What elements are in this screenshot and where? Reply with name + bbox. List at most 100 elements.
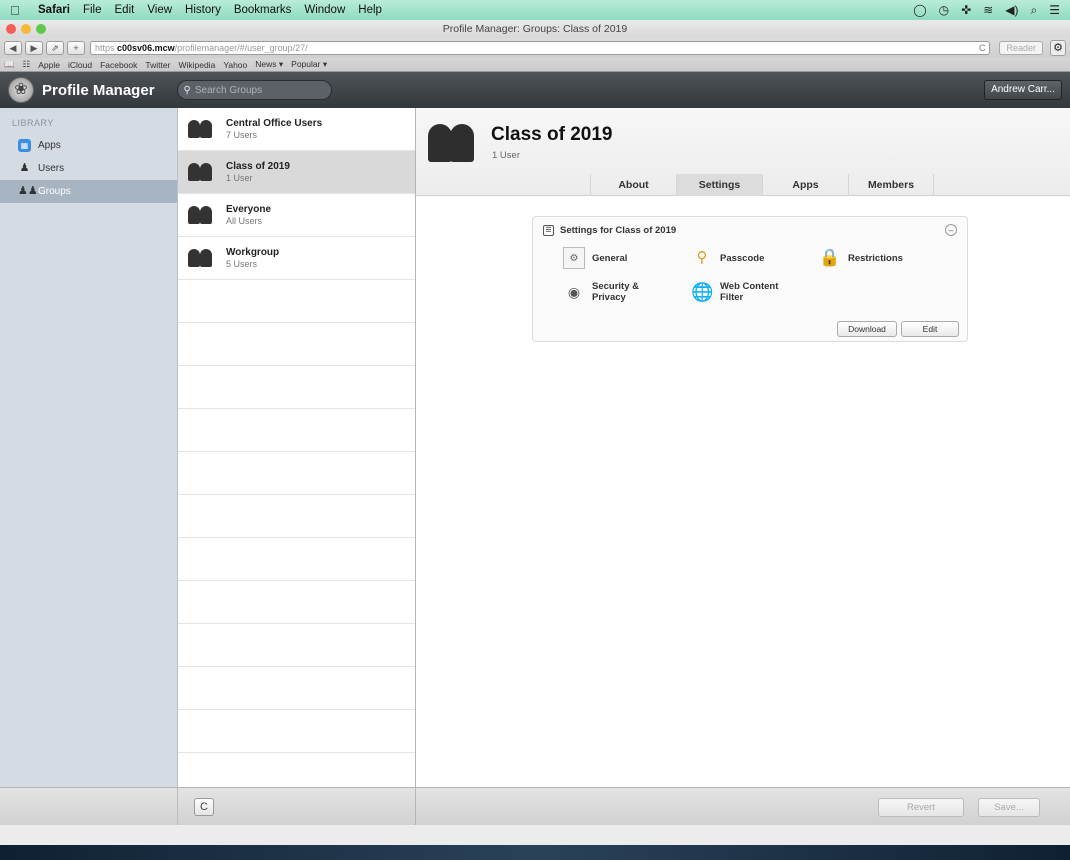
empty-row xyxy=(178,624,415,667)
collapse-icon[interactable]: – xyxy=(945,224,957,236)
top-sites-icon[interactable]: ☷ xyxy=(23,59,31,70)
back-button[interactable]: ◀ xyxy=(4,41,22,55)
sidebar-item-label: Groups xyxy=(38,186,71,197)
bookmark-facebook[interactable]: Facebook xyxy=(100,60,137,70)
sync-icon[interactable]: ◯ xyxy=(913,3,926,17)
detail-pane: Class of 2019 1 User About Settings Apps… xyxy=(416,108,1070,825)
wifi-icon[interactable]: ≋ xyxy=(983,3,993,17)
sidebar-item-apps[interactable]: ▦ Apps xyxy=(0,134,177,157)
url-scheme: https xyxy=(95,43,115,53)
profile-manager-logo-icon: ❀ xyxy=(8,77,34,103)
apple-menu-icon[interactable]:  xyxy=(10,3,26,18)
bookmark-apple[interactable]: Apple xyxy=(38,60,60,70)
payload-restrictions[interactable]: 🔒 Restrictions xyxy=(819,247,903,269)
payload-passcode[interactable]: ⚲ Passcode xyxy=(691,247,765,269)
group-count: 7 Users xyxy=(226,130,258,140)
status-icons: ◯ ◷ ✜ ≋ ◀︎) ⌕ ☰ xyxy=(913,3,1060,18)
forward-button[interactable]: ▶ xyxy=(25,41,43,55)
menu-safari[interactable]: Safari xyxy=(38,4,70,16)
payload-security-privacy[interactable]: ◉ Security & Privacy xyxy=(563,281,639,303)
clock-icon[interactable]: ◷ xyxy=(939,3,949,17)
address-bar[interactable]: https c00sv06.mcw /profilemanager/#/user… xyxy=(90,41,991,55)
spotlight-icon[interactable]: ⌕ xyxy=(1031,3,1038,18)
menu-file[interactable]: File xyxy=(83,4,102,16)
reading-list-icon[interactable]: 📖 xyxy=(4,59,15,70)
payload-label: Restrictions xyxy=(848,252,903,264)
group-count: 5 Users xyxy=(226,259,258,269)
close-window-button[interactable] xyxy=(6,24,16,34)
payload-web-content-filter[interactable]: 🌐 Web Content Filter xyxy=(691,281,778,303)
volume-icon[interactable]: ◀︎) xyxy=(1005,3,1018,17)
save-button[interactable]: Save... xyxy=(978,798,1040,817)
add-tab-button[interactable]: + xyxy=(67,41,85,55)
menu-edit[interactable]: Edit xyxy=(115,4,135,16)
gear-icon[interactable]: ⚙ xyxy=(1050,40,1066,56)
bookmark-news[interactable]: News ▾ xyxy=(255,59,283,70)
empty-row xyxy=(178,710,415,753)
sidebar-item-label: Apps xyxy=(38,140,61,151)
reload-icon[interactable]: C xyxy=(979,42,986,54)
payload-label-line2: Filter xyxy=(720,292,744,303)
bookmark-popular[interactable]: Popular ▾ xyxy=(291,59,327,70)
sidebar-item-groups[interactable]: ♟♟ Groups xyxy=(0,180,177,203)
bookmark-icloud[interactable]: iCloud xyxy=(68,60,92,70)
payload-label: Passcode xyxy=(720,252,765,264)
notification-center-icon[interactable]: ☰ xyxy=(1049,3,1060,17)
group-icon xyxy=(186,247,218,269)
empty-row xyxy=(178,581,415,624)
menu-bookmarks[interactable]: Bookmarks xyxy=(234,4,292,16)
tab-apps[interactable]: Apps xyxy=(762,174,848,196)
bookmark-yahoo[interactable]: Yahoo xyxy=(223,60,247,70)
zoom-window-button[interactable] xyxy=(36,24,46,34)
general-icon: ⚙ xyxy=(563,247,585,269)
app-title: Profile Manager xyxy=(42,81,155,99)
list-item[interactable]: Everyone All Users xyxy=(178,194,415,237)
page-title: Class of 2019 xyxy=(491,124,613,145)
sidebar-item-users[interactable]: ♟ Users xyxy=(0,157,177,180)
groups-icon: ♟♟ xyxy=(18,185,38,197)
user-menu-button[interactable]: Andrew Carr... xyxy=(984,80,1062,100)
empty-row xyxy=(178,280,415,323)
group-count: 1 User xyxy=(226,173,253,183)
globe-icon: 🌐 xyxy=(691,282,714,302)
revert-button[interactable]: Revert xyxy=(878,798,964,817)
bluetooth-icon[interactable]: ✜ xyxy=(961,3,971,17)
tab-about[interactable]: About xyxy=(590,174,676,196)
browser-toolbar: ◀ ▶ ⇗ + https c00sv06.mcw /profilemanage… xyxy=(0,38,1070,58)
empty-row xyxy=(178,667,415,710)
url-host: c00sv06.mcw xyxy=(117,43,175,53)
reader-button[interactable]: Reader xyxy=(999,41,1043,55)
payload-general[interactable]: ⚙ General xyxy=(563,247,627,269)
tab-members[interactable]: Members xyxy=(848,174,934,196)
group-icon xyxy=(186,204,218,226)
bookmark-twitter[interactable]: Twitter xyxy=(145,60,170,70)
minimize-window-button[interactable] xyxy=(21,24,31,34)
menu-help[interactable]: Help xyxy=(358,4,382,16)
settings-heading: Settings for Class of 2019 xyxy=(560,224,677,236)
share-button[interactable]: ⇗ xyxy=(46,41,64,55)
desktop-background xyxy=(0,845,1070,860)
member-count: 1 User xyxy=(492,150,520,161)
empty-row xyxy=(178,538,415,581)
settings-panel-header: ☰ Settings for Class of 2019 xyxy=(533,217,967,243)
list-item[interactable]: Class of 2019 1 User xyxy=(178,151,415,194)
edit-button[interactable]: Edit xyxy=(901,321,959,337)
tab-settings[interactable]: Settings xyxy=(676,174,762,196)
menu-history[interactable]: History xyxy=(185,4,221,16)
empty-row xyxy=(178,409,415,452)
group-icon xyxy=(186,118,218,140)
menu-view[interactable]: View xyxy=(147,4,172,16)
library-section-label: LIBRARY xyxy=(12,118,54,128)
group-icon xyxy=(426,120,481,165)
sidebar-item-label: Users xyxy=(38,163,65,174)
download-button[interactable]: Download xyxy=(837,321,897,337)
list-item[interactable]: Central Office Users 7 Users xyxy=(178,108,415,151)
empty-row xyxy=(178,323,415,366)
search-groups-input[interactable]: ⚲ Search Groups xyxy=(176,80,332,100)
window-titlebar: Profile Manager: Groups: Class of 2019 xyxy=(0,20,1070,38)
group-name: Workgroup xyxy=(226,247,280,258)
bookmark-wikipedia[interactable]: Wikipedia xyxy=(178,60,215,70)
list-item[interactable]: Workgroup 5 Users xyxy=(178,237,415,280)
refresh-button[interactable]: C xyxy=(194,798,214,816)
menu-window[interactable]: Window xyxy=(304,4,345,16)
